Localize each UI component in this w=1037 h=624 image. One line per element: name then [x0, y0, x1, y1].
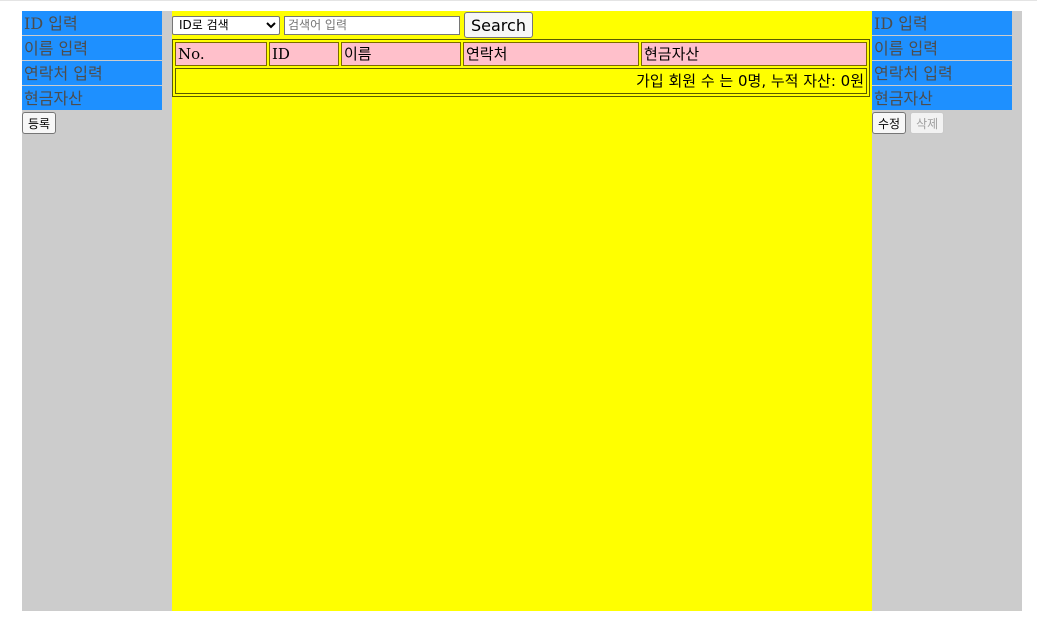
member-table: No. ID 이름 연락처 현금자산 가입 회원 수 는 0명, 누적 자산: … — [172, 39, 870, 97]
summary-row: 가입 회원 수 는 0명, 누적 자산: 0원 — [175, 68, 867, 94]
column-header-cash: 현금자산 — [641, 42, 867, 66]
delete-button[interactable]: 삭제 — [910, 112, 945, 134]
column-header-contact: 연락처 — [463, 42, 639, 66]
register-cash-input[interactable] — [22, 86, 162, 110]
edit-button[interactable]: 수정 — [872, 112, 907, 134]
search-button[interactable]: Search — [464, 12, 533, 38]
table-header-row: No. ID 이름 연락처 현금자산 — [175, 42, 867, 66]
member-summary: 가입 회원 수 는 0명, 누적 자산: 0원 — [175, 68, 867, 94]
top-divider — [0, 0, 1037, 1]
register-id-input[interactable] — [22, 11, 162, 35]
edit-id-input[interactable] — [872, 11, 1012, 35]
register-name-input[interactable] — [22, 36, 162, 60]
edit-panel: 수정 삭제 — [872, 11, 1022, 611]
register-panel: 등록 — [22, 11, 172, 611]
register-contact-input[interactable] — [22, 61, 162, 85]
search-type-select[interactable]: ID로 검색 — [172, 15, 280, 35]
edit-button-row: 수정 삭제 — [872, 112, 945, 134]
edit-name-input[interactable] — [872, 36, 1012, 60]
edit-contact-input[interactable] — [872, 61, 1012, 85]
register-button-row: 등록 — [22, 112, 57, 134]
column-header-no: No. — [175, 42, 267, 66]
register-button[interactable]: 등록 — [22, 112, 57, 134]
edit-cash-input[interactable] — [872, 86, 1012, 110]
member-list-panel: ID로 검색 Search No. ID 이름 연락처 현금자산 가입 회원 수… — [172, 11, 872, 611]
column-header-name: 이름 — [341, 42, 461, 66]
column-header-id: ID — [269, 42, 339, 66]
search-input[interactable] — [284, 15, 460, 35]
search-bar: ID로 검색 Search — [172, 11, 533, 39]
